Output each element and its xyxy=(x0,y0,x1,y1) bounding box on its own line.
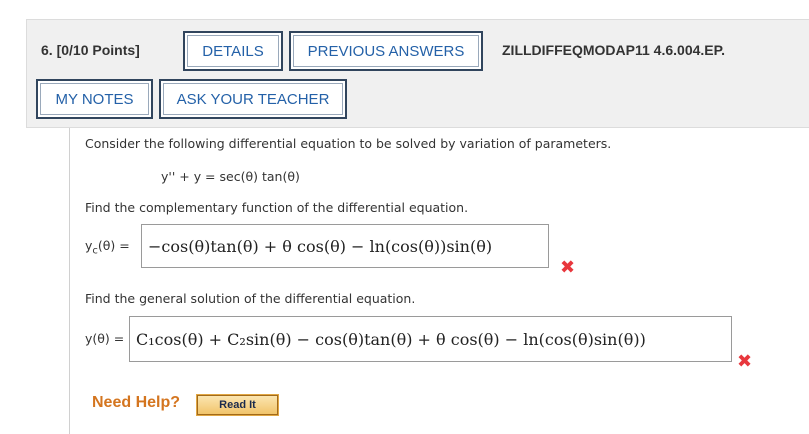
my-notes-button-label: MY NOTES xyxy=(55,90,134,108)
part1-prompt: Find the complementary function of the d… xyxy=(85,200,469,215)
details-button-label: DETAILS xyxy=(202,42,264,60)
differential-equation: y'' + y = sec(θ) tan(θ) xyxy=(161,169,300,184)
general-solution-answer[interactable]: C₁cos(θ) + C₂sin(θ) − cos(θ)tan(θ) + θ c… xyxy=(129,316,732,362)
part1-answer-label: yc(θ) = xyxy=(85,238,130,257)
incorrect-icon: ✖ xyxy=(737,351,753,372)
assignment-code: ZILLDIFFEQMODAP11 4.6.004.EP. xyxy=(502,42,726,58)
part1-label-rest: (θ) = xyxy=(97,238,130,253)
general-solution-value: C₁cos(θ) + C₂sin(θ) − cos(θ)tan(θ) + θ c… xyxy=(136,329,646,349)
my-notes-button[interactable]: MY NOTES xyxy=(36,79,153,119)
part2-prompt: Find the general solution of the differe… xyxy=(85,291,416,306)
question-number: 6. [0/10 Points] xyxy=(41,42,140,58)
details-button[interactable]: DETAILS xyxy=(183,31,283,71)
need-help-label: Need Help? xyxy=(92,394,181,411)
complementary-function-value: −cos(θ)tan(θ) + θ cos(θ) − ln(cos(θ))sin… xyxy=(148,236,493,256)
previous-answers-button[interactable]: PREVIOUS ANSWERS xyxy=(289,31,483,71)
question-prompt: Consider the following differential equa… xyxy=(85,136,612,151)
part2-answer-label: y(θ) = xyxy=(85,331,125,346)
complementary-function-answer[interactable]: −cos(θ)tan(θ) + θ cos(θ) − ln(cos(θ))sin… xyxy=(141,224,549,268)
incorrect-icon: ✖ xyxy=(560,257,576,278)
previous-answers-button-label: PREVIOUS ANSWERS xyxy=(307,42,465,60)
content-divider xyxy=(69,128,70,434)
ask-teacher-button[interactable]: ASK YOUR TEACHER xyxy=(159,79,347,119)
read-it-button[interactable]: Read It xyxy=(196,394,279,416)
ask-teacher-button-label: ASK YOUR TEACHER xyxy=(176,90,330,108)
